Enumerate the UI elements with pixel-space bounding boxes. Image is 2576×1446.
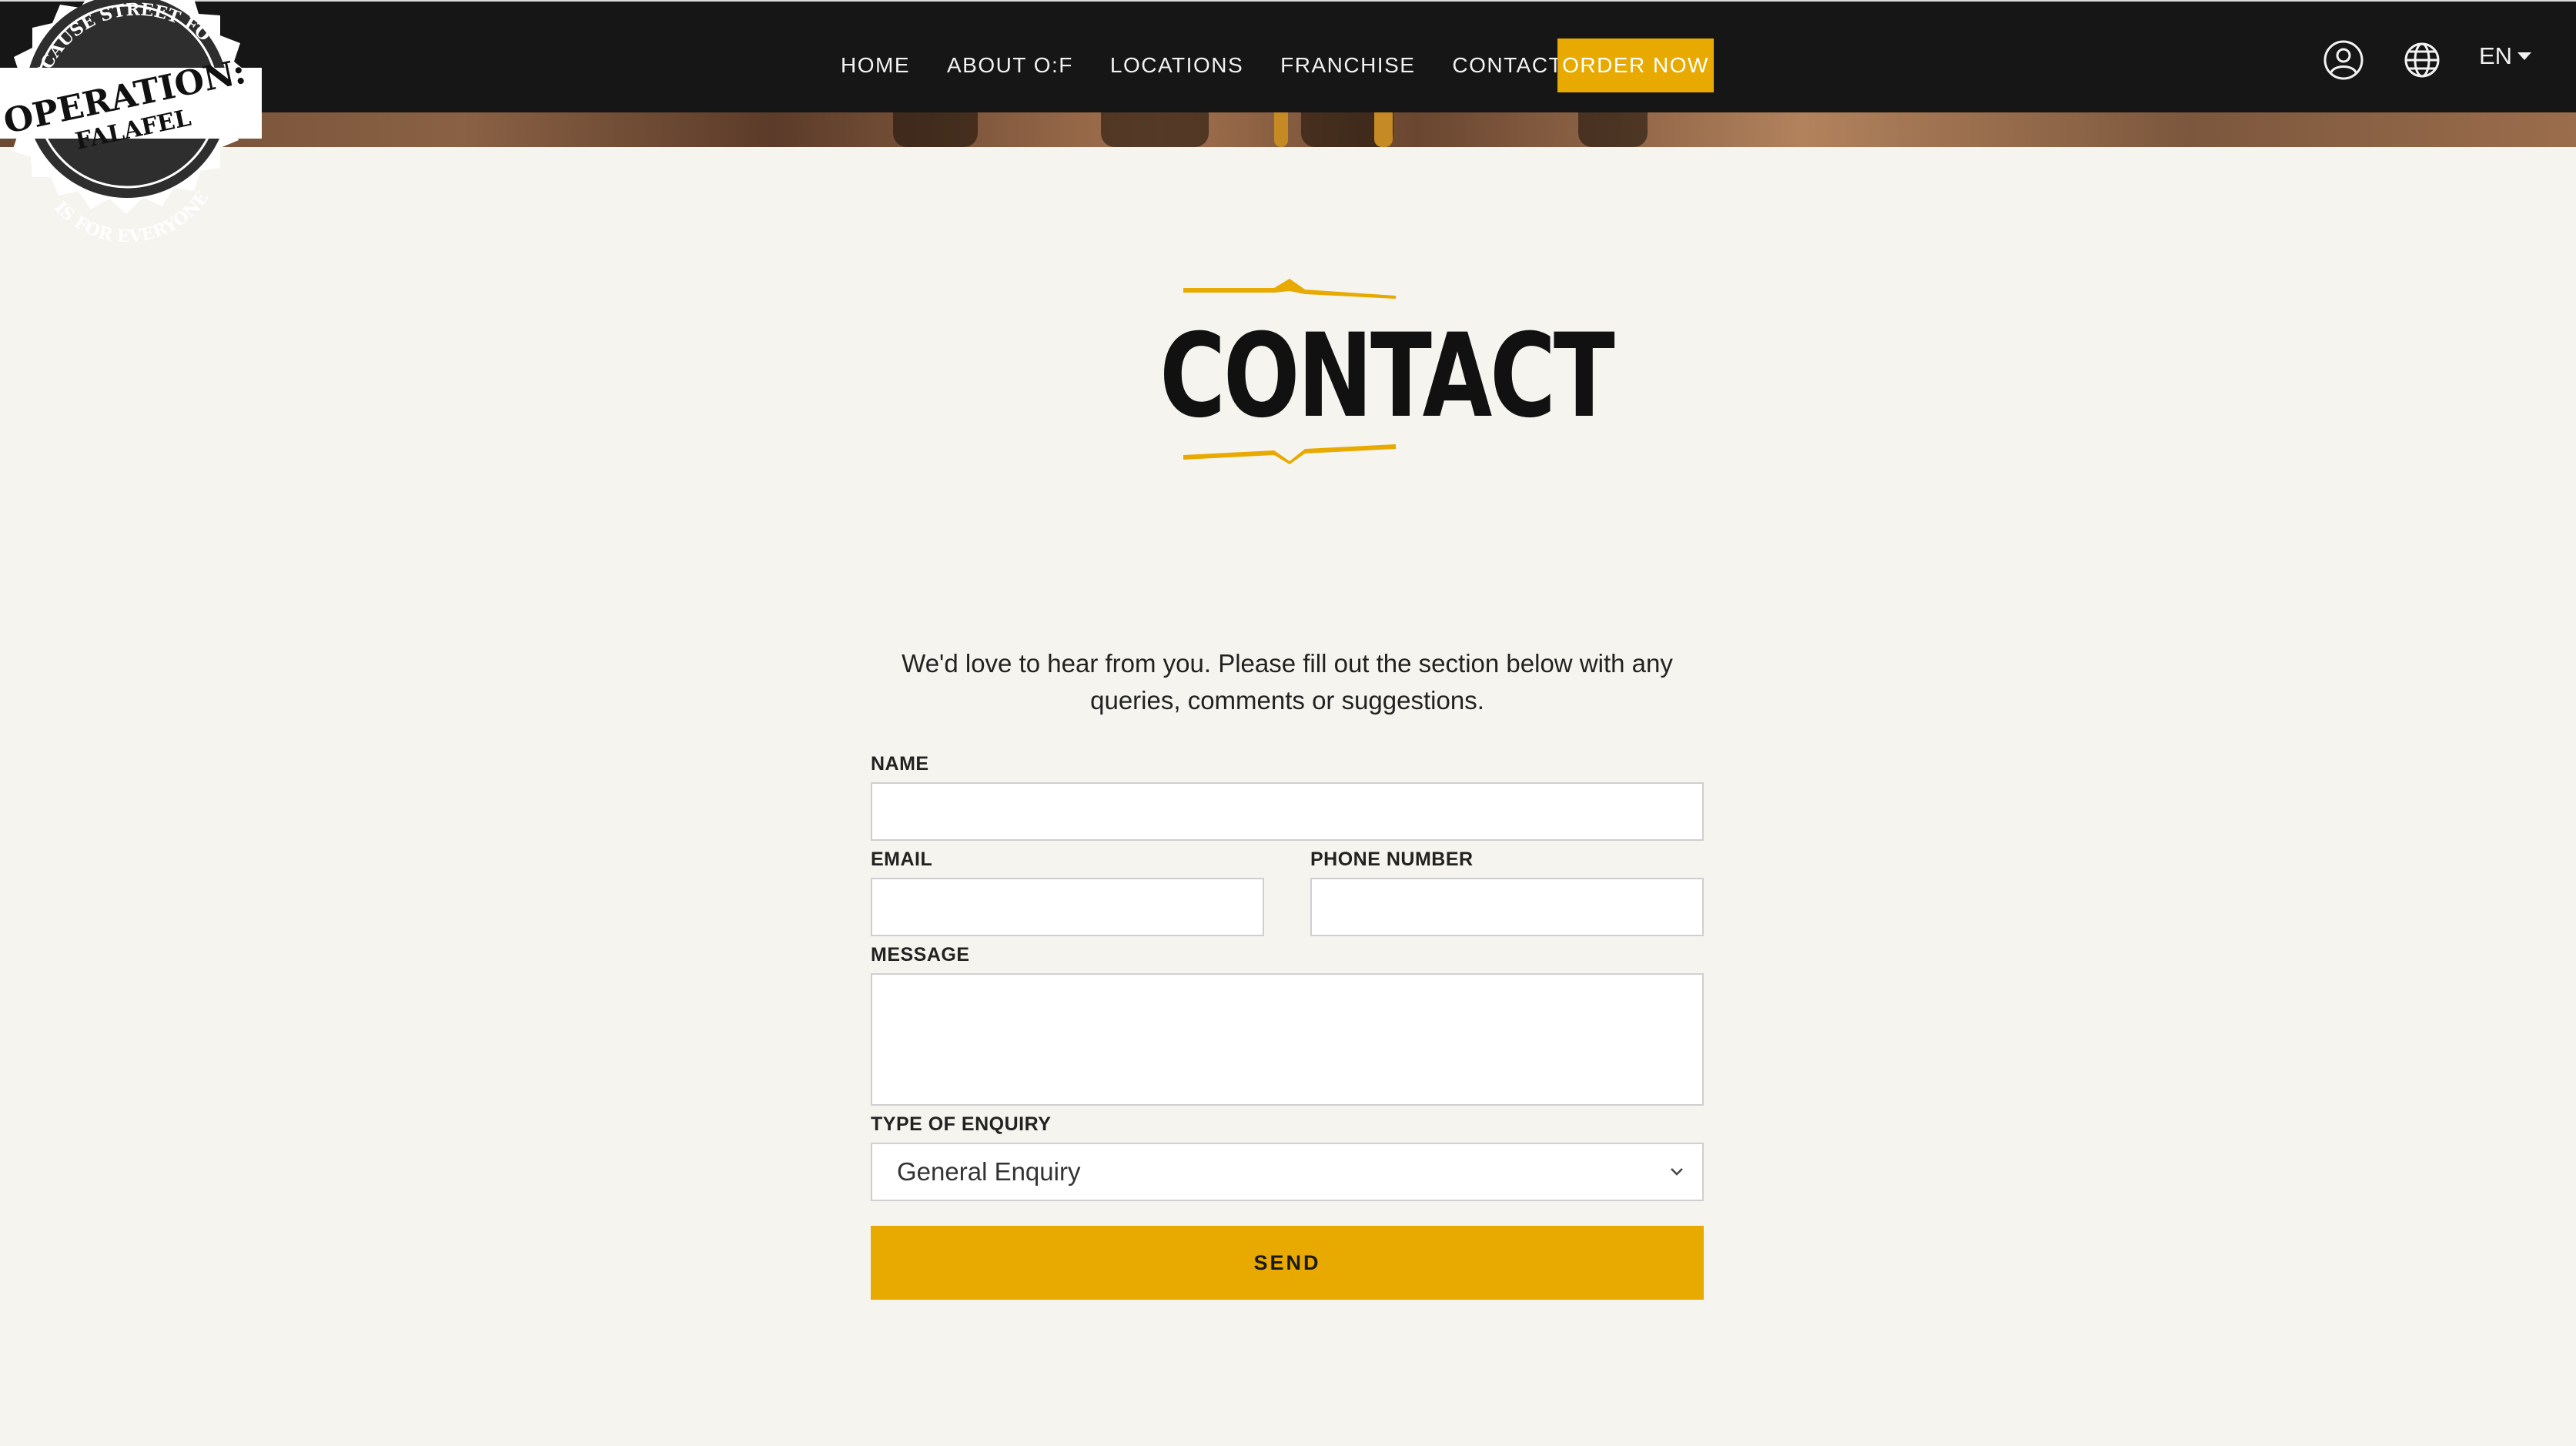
email-label: EMAIL: [871, 849, 933, 870]
order-now-button[interactable]: ORDER NOW: [1557, 38, 1714, 92]
hero-shadow: [1101, 112, 1209, 147]
language-label: EN: [2479, 42, 2513, 69]
phone-input[interactable]: [1310, 878, 1704, 936]
intro-text: We'd love to hear from you. Please fill …: [902, 649, 1673, 715]
title-ornament-top: [1183, 279, 1396, 299]
hero-image-strip: [0, 112, 2576, 147]
email-input[interactable]: [871, 878, 1264, 936]
nav-franchise[interactable]: FRANCHISE: [1280, 53, 1415, 78]
main-nav: HOME ABOUT O:F LOCATIONS FRANCHISE CONTA…: [841, 38, 1600, 92]
nav-about[interactable]: ABOUT O:F: [947, 53, 1073, 78]
user-circle-icon[interactable]: [2322, 38, 2365, 82]
nav-home[interactable]: HOME: [841, 53, 910, 78]
hero-detail: [1374, 112, 1393, 147]
enquiry-type-value: General Enquiry: [897, 1157, 1081, 1186]
hero-shadow: [1578, 112, 1648, 147]
page-title-block: CONTACT: [1124, 277, 1615, 477]
message-textarea[interactable]: [871, 973, 1704, 1106]
hero-shadow: [893, 112, 978, 147]
chevron-down-icon: [1671, 1168, 1683, 1176]
globe-icon[interactable]: [2402, 40, 2442, 80]
nav-contact[interactable]: CONTACT: [1452, 53, 1563, 78]
send-button[interactable]: SEND: [871, 1226, 1704, 1300]
operation-falafel-logo[interactable]: BECAUSE STREET FOOD IS FOR EVERYONE OPER…: [0, 0, 277, 277]
title-ornament-bottom: [1183, 444, 1396, 464]
enquiry-type-select[interactable]: General Enquiry: [871, 1143, 1704, 1201]
page-title: CONTACT: [1159, 310, 1614, 444]
caret-down-icon: [2517, 52, 2532, 60]
nav-locations[interactable]: LOCATIONS: [1110, 53, 1243, 78]
phone-label: PHONE NUMBER: [1310, 849, 1474, 870]
name-label: NAME: [871, 753, 929, 775]
enquiry-type-label: TYPE OF ENQUIRY: [871, 1113, 1052, 1135]
name-input[interactable]: [871, 782, 1704, 841]
hero-detail: [1274, 112, 1288, 147]
message-label: MESSAGE: [871, 944, 970, 966]
language-selector[interactable]: EN: [2479, 42, 2532, 70]
